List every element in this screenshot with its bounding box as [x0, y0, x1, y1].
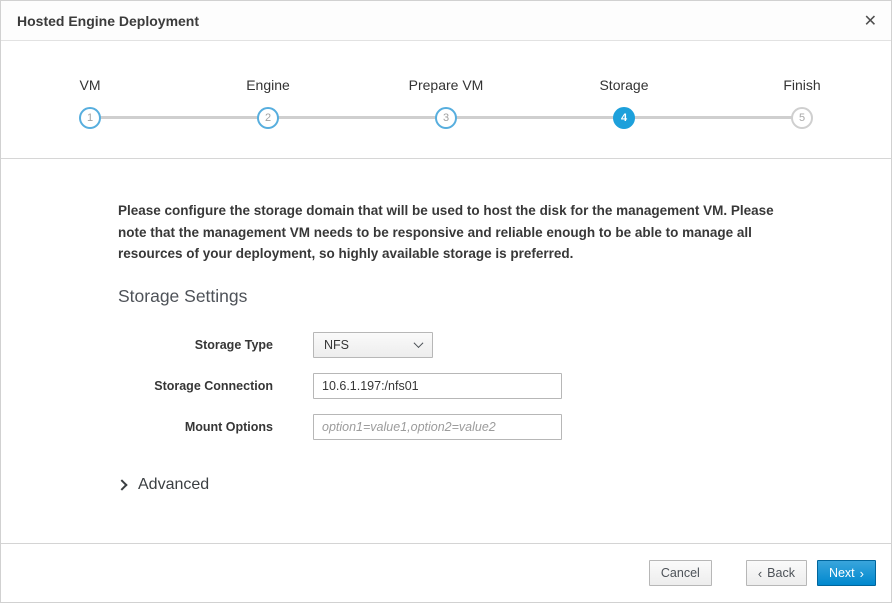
cancel-button-label: Cancel — [661, 566, 700, 580]
back-button-label: Back — [767, 566, 795, 580]
wizard-step-engine[interactable]: Engine 2 — [179, 77, 357, 158]
step-label: Prepare VM — [357, 77, 535, 93]
storage-step-content: Please configure the storage domain that… — [1, 200, 891, 494]
storage-type-label: Storage Type — [118, 338, 273, 352]
chevron-down-icon — [414, 338, 424, 348]
step-label: Finish — [713, 77, 891, 93]
step-number-badge: 1 — [79, 107, 101, 129]
wizard-steps-band: VM 1 Engine 2 Prepare VM 3 Storage 4 Fin… — [1, 41, 891, 159]
mount-options-label: Mount Options — [118, 420, 273, 434]
storage-settings-heading: Storage Settings — [118, 286, 891, 307]
next-chevron-icon: › — [860, 567, 864, 580]
wizard-steps: VM 1 Engine 2 Prepare VM 3 Storage 4 Fin… — [1, 41, 891, 158]
dialog-title: Hosted Engine Deployment — [17, 13, 199, 29]
back-button[interactable]: ‹ Back — [746, 560, 807, 586]
close-icon[interactable]: ✕ — [864, 1, 877, 41]
wizard-step-finish[interactable]: Finish 5 — [713, 77, 891, 158]
step-number-badge: 4 — [613, 107, 635, 129]
storage-type-row: Storage Type NFS — [118, 332, 891, 358]
advanced-label: Advanced — [138, 476, 209, 494]
wizard-step-prepare-vm[interactable]: Prepare VM 3 — [357, 77, 535, 158]
wizard-step-vm[interactable]: VM 1 — [1, 77, 179, 158]
next-button[interactable]: Next › — [817, 560, 876, 586]
next-button-label: Next — [829, 566, 855, 580]
cancel-button[interactable]: Cancel — [649, 560, 712, 586]
storage-description: Please configure the storage domain that… — [118, 200, 794, 265]
step-number-badge: 2 — [257, 107, 279, 129]
step-label: Engine — [179, 77, 357, 93]
advanced-expander[interactable]: Advanced — [118, 476, 891, 494]
step-label: Storage — [535, 77, 713, 93]
storage-connection-input[interactable] — [313, 373, 562, 399]
chevron-right-icon — [116, 479, 127, 490]
storage-connection-row: Storage Connection — [118, 373, 891, 399]
storage-settings-form: Storage Type NFS Storage Connection Moun… — [118, 332, 891, 440]
hosted-engine-deployment-dialog: Hosted Engine Deployment ✕ VM 1 Engine 2… — [0, 0, 892, 603]
step-number-badge: 5 — [791, 107, 813, 129]
mount-options-row: Mount Options — [118, 414, 891, 440]
storage-connection-label: Storage Connection — [118, 379, 273, 393]
wizard-step-storage[interactable]: Storage 4 — [535, 77, 713, 158]
back-chevron-icon: ‹ — [758, 567, 762, 580]
storage-type-select[interactable]: NFS — [313, 332, 433, 358]
dialog-header: Hosted Engine Deployment ✕ — [1, 1, 891, 41]
storage-type-selected-value: NFS — [324, 338, 349, 352]
step-number-badge: 3 — [435, 107, 457, 129]
dialog-footer: Cancel ‹ Back Next › — [1, 543, 891, 602]
mount-options-input[interactable] — [313, 414, 562, 440]
step-label: VM — [1, 77, 179, 93]
